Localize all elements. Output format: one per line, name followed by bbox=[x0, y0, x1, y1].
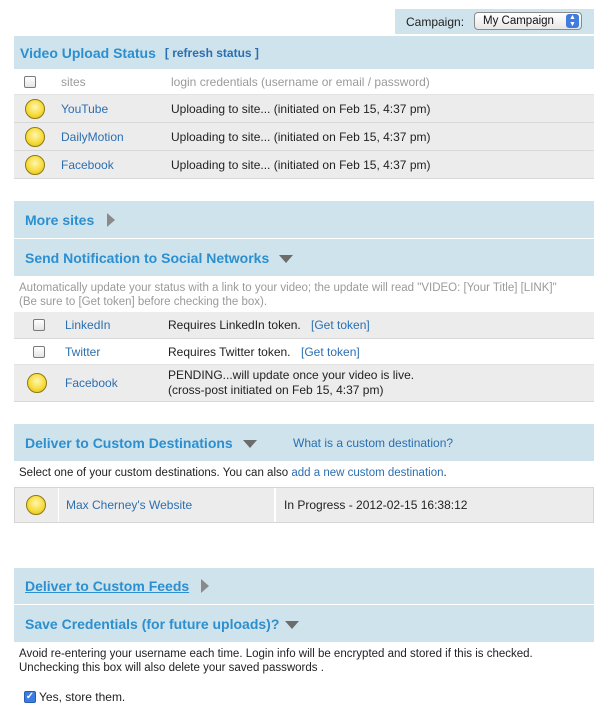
get-token-link-linkedin[interactable]: [Get token] bbox=[311, 318, 370, 332]
store-credentials-label: Yes, store them. bbox=[39, 690, 126, 704]
destination-status-text: In Progress - 2012-02-15 16:38:12 bbox=[284, 498, 468, 512]
pending-status-icon bbox=[25, 98, 45, 119]
network-link-facebook[interactable]: Facebook bbox=[65, 376, 118, 390]
credentials-note-line2: Unchecking this box will also delete you… bbox=[19, 662, 324, 674]
intro-end: . bbox=[443, 467, 447, 479]
site-row-youtube: YouTube Uploading to site... (initiated … bbox=[14, 95, 594, 123]
pending-status-icon bbox=[25, 154, 45, 175]
pending-status-icon bbox=[27, 373, 47, 393]
custom-destination-help-link[interactable]: What is a custom destination? bbox=[293, 436, 453, 450]
social-description: Automatically update your status with a … bbox=[19, 281, 557, 309]
upload-status-title: Video Upload Status bbox=[20, 44, 156, 61]
social-title: Send Notification to Social Networks bbox=[25, 249, 270, 266]
collapse-down-icon bbox=[242, 440, 257, 448]
collapse-down-icon bbox=[279, 255, 294, 263]
upload-status-text: Uploading to site... (initiated on Feb 1… bbox=[171, 101, 431, 116]
upload-status-text: Uploading to site... (initiated on Feb 1… bbox=[171, 129, 431, 144]
linkedin-checkbox[interactable] bbox=[33, 319, 45, 331]
upload-status-header: Video Upload Status [ refresh status ] bbox=[14, 36, 594, 69]
network-status-text: Requires Twitter token. bbox=[168, 344, 291, 359]
social-description-line2: (Be sure to [Get token] before checking … bbox=[19, 296, 268, 308]
upload-status-text: Uploading to site... (initiated on Feb 1… bbox=[171, 157, 431, 172]
expand-right-icon bbox=[107, 212, 116, 227]
credentials-note-line1: Avoid re-entering your username each tim… bbox=[19, 648, 533, 660]
facebook-status-line2: (cross-post initiated on Feb 15, 4:37 pm… bbox=[168, 383, 384, 397]
pending-status-icon bbox=[26, 495, 46, 515]
custom-destinations-header[interactable]: Deliver to Custom Destinations What is a… bbox=[14, 424, 594, 461]
site-link-facebook[interactable]: Facebook bbox=[61, 158, 114, 172]
network-link-twitter[interactable]: Twitter bbox=[65, 345, 100, 359]
campaign-bar: Campaign: My Campaign ▲ ▼ bbox=[395, 9, 594, 34]
facebook-status-line1: PENDING...will update once your video is… bbox=[168, 368, 415, 382]
column-divider bbox=[274, 488, 276, 522]
pending-status-icon bbox=[25, 126, 45, 147]
social-header[interactable]: Send Notification to Social Networks bbox=[14, 239, 594, 276]
campaign-label: Campaign: bbox=[406, 14, 465, 29]
site-link-youtube[interactable]: YouTube bbox=[61, 102, 108, 116]
twitter-checkbox[interactable] bbox=[33, 345, 45, 358]
more-sites-title: More sites bbox=[25, 211, 95, 228]
column-divider bbox=[58, 488, 59, 522]
credentials-column-header: login credentials (username or email / p… bbox=[171, 74, 430, 89]
store-credentials-option[interactable]: ✓ Yes, store them. bbox=[24, 690, 125, 704]
expand-right-icon bbox=[201, 579, 210, 593]
social-row-facebook: Facebook PENDING...will update once your… bbox=[14, 365, 594, 402]
intro-text: Select one of your custom destinations. … bbox=[19, 467, 292, 479]
select-all-sites-checkbox[interactable] bbox=[24, 75, 36, 88]
custom-destinations-intro: Select one of your custom destinations. … bbox=[19, 466, 447, 480]
social-description-line1: Automatically update your status with a … bbox=[19, 282, 557, 294]
get-token-link-twitter[interactable]: [Get token] bbox=[301, 345, 360, 359]
campaign-select-value: My Campaign bbox=[483, 15, 554, 27]
custom-feeds-title[interactable]: Deliver to Custom Feeds bbox=[25, 578, 189, 594]
custom-destinations-title: Deliver to Custom Destinations bbox=[25, 434, 233, 451]
destination-link[interactable]: Max Cherney's Website bbox=[66, 498, 192, 512]
campaign-select[interactable]: My Campaign ▲ ▼ bbox=[474, 12, 582, 30]
network-status-text: Requires LinkedIn token. bbox=[168, 318, 301, 332]
network-status-text: PENDING...will update once your video is… bbox=[168, 368, 414, 398]
sites-column-header: sites bbox=[61, 74, 86, 89]
more-sites-header[interactable]: More sites bbox=[14, 201, 594, 238]
store-credentials-checkbox[interactable]: ✓ bbox=[24, 691, 36, 703]
site-row-dailymotion: DailyMotion Uploading to site... (initia… bbox=[14, 123, 594, 151]
select-arrows-icon: ▲ ▼ bbox=[566, 14, 579, 28]
social-row-linkedin: LinkedIn Requires LinkedIn token. [Get t… bbox=[14, 312, 594, 339]
credentials-header[interactable]: Save Credentials (for future uploads)? bbox=[14, 605, 594, 642]
destination-row: Max Cherney's Website In Progress - 2012… bbox=[14, 487, 594, 523]
sites-header-row: sites login credentials (username or ema… bbox=[14, 69, 594, 95]
credentials-title: Save Credentials (for future uploads)? bbox=[25, 615, 280, 632]
credentials-note: Avoid re-entering your username each tim… bbox=[19, 647, 533, 675]
site-link-dailymotion[interactable]: DailyMotion bbox=[61, 130, 124, 144]
social-row-twitter: Twitter Requires Twitter token. [Get tok… bbox=[14, 339, 594, 365]
network-link-linkedin[interactable]: LinkedIn bbox=[65, 318, 110, 332]
collapse-down-icon bbox=[285, 621, 300, 629]
site-row-facebook: Facebook Uploading to site... (initiated… bbox=[14, 151, 594, 179]
custom-feeds-header[interactable]: Deliver to Custom Feeds bbox=[14, 568, 594, 604]
add-custom-destination-link[interactable]: add a new custom destination bbox=[291, 467, 443, 479]
refresh-status-link[interactable]: [ refresh status ] bbox=[165, 46, 259, 60]
